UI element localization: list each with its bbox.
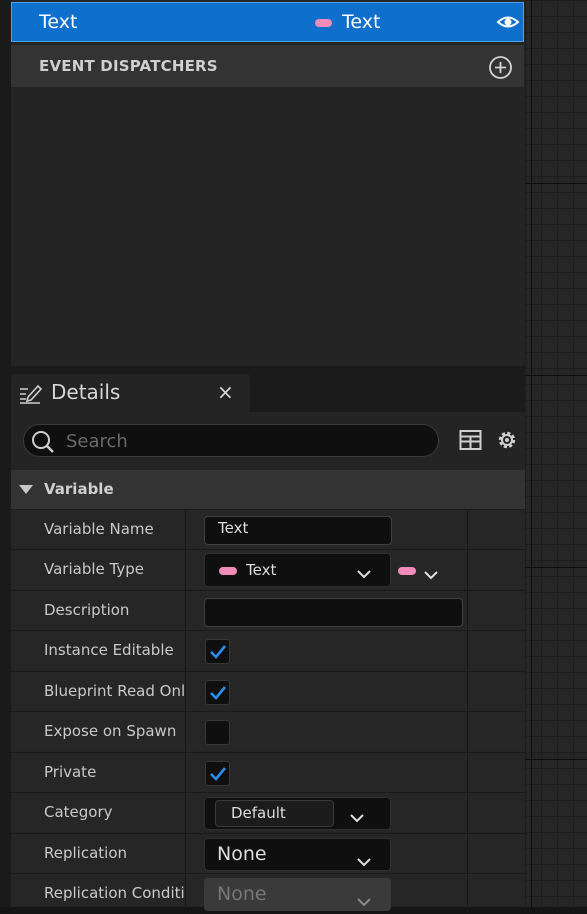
property-row-variable-name: Variable Name Text [11, 509, 525, 550]
search-icon [30, 429, 56, 459]
property-label: Variable Type [44, 560, 144, 578]
grid-major-line [525, 759, 587, 760]
property-row-expose-on-spawn: Expose on Spawn [11, 711, 525, 752]
details-tab-title: Details [51, 380, 121, 404]
grid-major-line [525, 183, 587, 184]
checkmark-icon [210, 767, 227, 781]
property-label: Blueprint Read Only [44, 682, 184, 700]
property-row-replication-condition: Replication Conditio None [11, 873, 525, 914]
property-row-instance-editable: Instance Editable [11, 630, 525, 671]
checkmark-icon [210, 686, 227, 700]
collapse-arrow-icon[interactable] [19, 485, 33, 494]
eye-icon[interactable] [496, 12, 520, 37]
column-divider [467, 631, 468, 671]
variable-name-value: Text [218, 519, 249, 537]
close-icon[interactable]: × [217, 380, 234, 404]
description-field[interactable] [204, 598, 463, 627]
column-divider[interactable] [185, 510, 186, 550]
property-row-blueprint-read-only: Blueprint Read Only [11, 671, 525, 712]
column-divider[interactable] [185, 834, 186, 874]
column-divider[interactable] [185, 550, 186, 590]
property-row-private: Private [11, 752, 525, 793]
variable-list-item-selected[interactable]: Text Text [11, 2, 524, 42]
property-label: Instance Editable [44, 641, 174, 659]
column-divider[interactable] [185, 712, 186, 752]
replication-condition-dropdown: None [204, 878, 391, 911]
column-divider [467, 591, 468, 631]
add-circle-icon[interactable] [488, 55, 513, 84]
column-divider[interactable] [185, 793, 186, 833]
category-value: Default [231, 804, 286, 822]
column-divider[interactable] [185, 672, 186, 712]
replication-condition-value: None [217, 883, 267, 905]
event-dispatchers-header[interactable]: EVENT DISPATCHERS [11, 45, 524, 87]
property-label: Replication [44, 844, 128, 862]
column-divider[interactable] [185, 591, 186, 631]
chevron-down-icon[interactable] [349, 809, 365, 827]
property-row-description: Description [11, 590, 525, 631]
property-label: Private [44, 763, 97, 781]
property-label: Description [44, 601, 130, 619]
blueprint-read-only-checkbox[interactable] [205, 680, 230, 705]
property-row-category: Category Default [11, 792, 525, 833]
column-divider[interactable] [185, 753, 186, 793]
column-divider [467, 712, 468, 752]
variable-category-title: Variable [44, 480, 114, 498]
search-input[interactable] [64, 428, 428, 454]
text-type-pin-icon [315, 19, 332, 27]
property-label: Replication Conditio [44, 884, 184, 902]
checkmark-icon [210, 645, 227, 659]
chevron-down-icon [356, 565, 372, 583]
property-row-replication: Replication None [11, 833, 525, 874]
category-combobox[interactable]: Default [204, 797, 391, 830]
column-divider [467, 672, 468, 712]
variable-name-field[interactable]: Text [204, 516, 392, 545]
container-type-pin-icon[interactable] [398, 567, 416, 575]
search-box[interactable] [23, 424, 439, 457]
variable-name-label: Text [39, 11, 78, 33]
grid-major-line [531, 0, 532, 907]
text-type-pin-icon [219, 567, 237, 575]
column-divider [467, 510, 468, 550]
chevron-down-icon [356, 850, 372, 872]
expose-on-spawn-checkbox[interactable] [205, 720, 230, 745]
property-label: Category [44, 803, 113, 821]
column-divider [467, 550, 468, 590]
event-dispatchers-label: EVENT DISPATCHERS [39, 57, 218, 75]
replication-value: None [217, 843, 267, 865]
grid-major-line [525, 375, 587, 376]
variable-type-label: Text [342, 11, 381, 33]
grid-major-line [525, 567, 587, 568]
column-divider[interactable] [185, 631, 186, 671]
property-label: Expose on Spawn [44, 722, 177, 740]
table-view-icon[interactable] [459, 429, 482, 455]
column-divider [467, 834, 468, 874]
column-divider [467, 753, 468, 793]
column-divider[interactable] [185, 874, 186, 914]
chevron-down-icon[interactable] [423, 565, 439, 584]
graph-grid-background[interactable] [525, 0, 587, 907]
property-row-variable-type: Variable Type Text [11, 549, 525, 590]
gear-icon[interactable] [495, 428, 519, 456]
details-tab[interactable]: Details × [11, 374, 250, 412]
variable-type-value: Text [246, 561, 277, 579]
instance-editable-checkbox[interactable] [205, 639, 230, 664]
column-divider [467, 793, 468, 833]
left-panel-edge [0, 0, 11, 907]
property-label: Variable Name [44, 520, 154, 538]
chevron-down-icon [356, 890, 372, 912]
replication-dropdown[interactable]: None [204, 838, 391, 871]
variable-category-header[interactable]: Variable [11, 470, 525, 509]
private-checkbox[interactable] [205, 761, 230, 786]
pencil-details-icon [18, 381, 44, 409]
variable-type-dropdown[interactable]: Text [204, 553, 391, 587]
category-field[interactable]: Default [215, 800, 334, 827]
column-divider [467, 874, 468, 914]
